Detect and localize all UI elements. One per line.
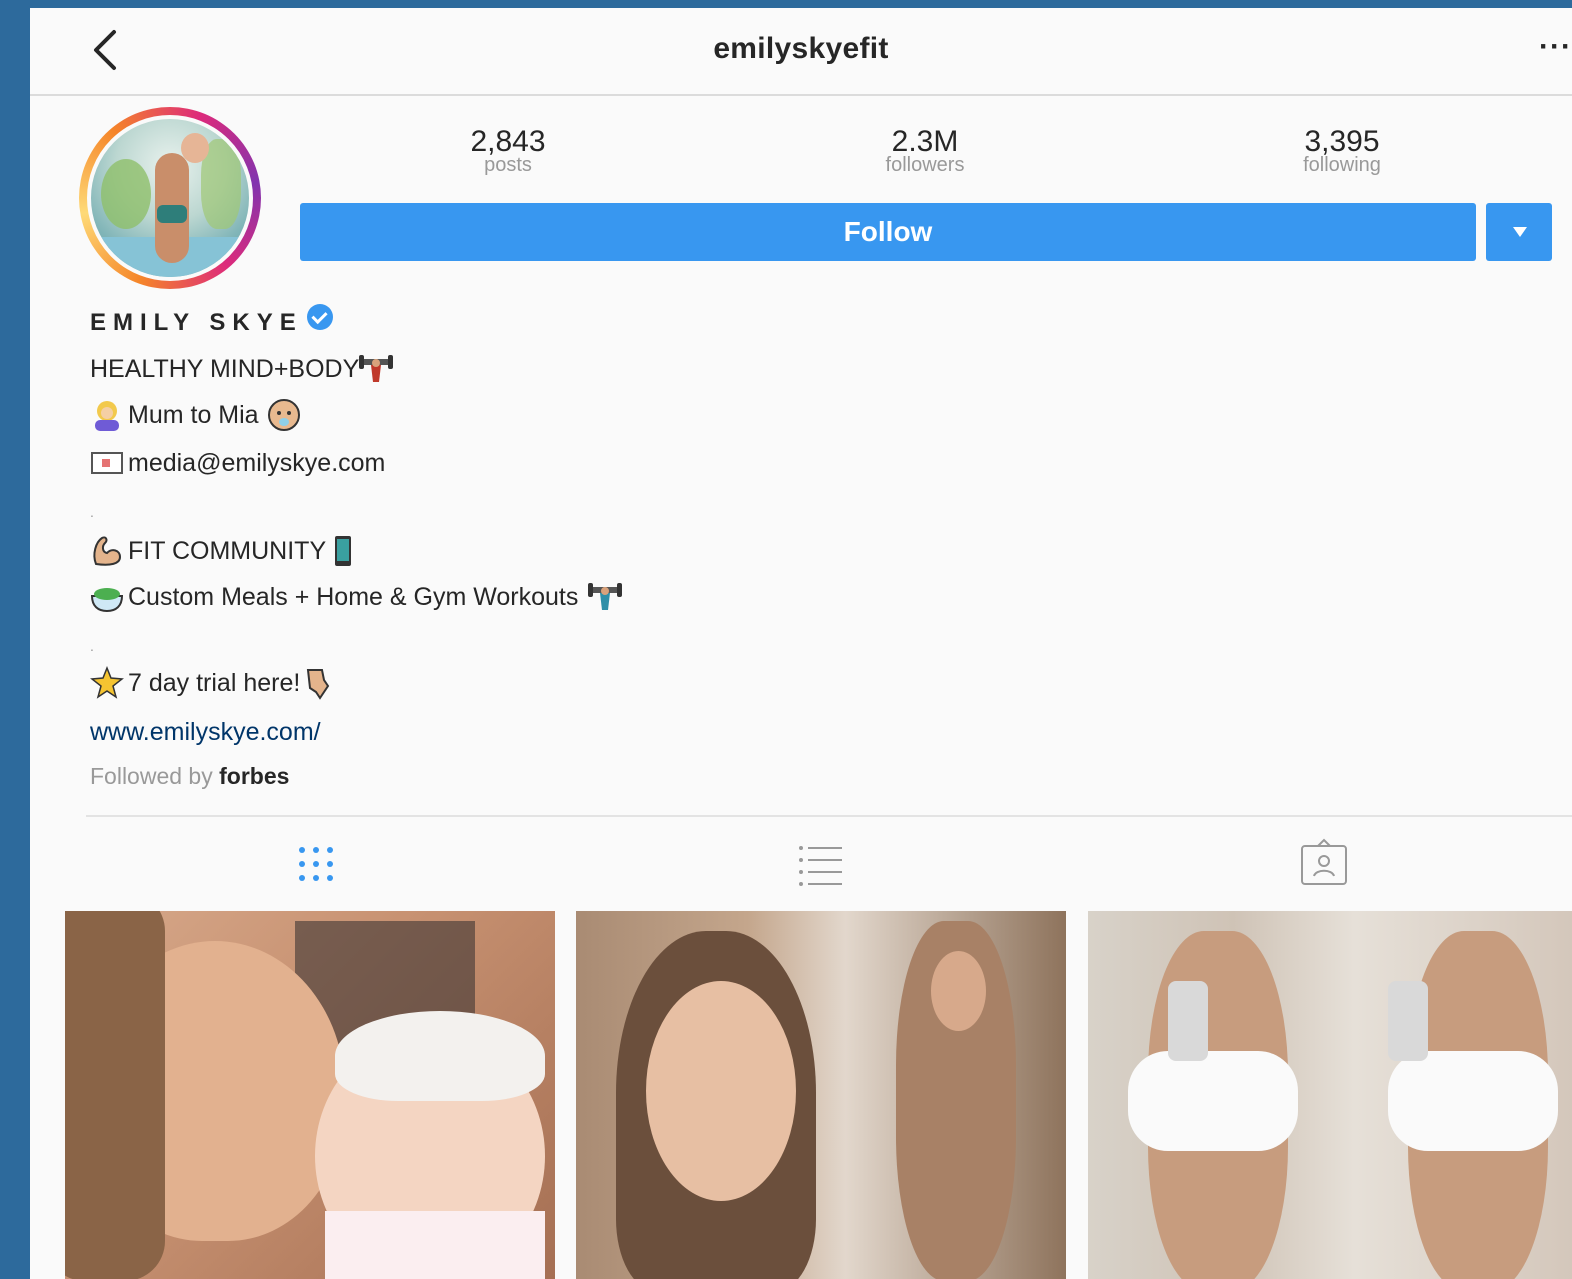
envelope-icon	[91, 452, 123, 474]
bio-line: FIT COMMUNITY	[90, 534, 364, 568]
tab-grid[interactable]	[288, 836, 344, 892]
avatar-image	[87, 115, 253, 281]
weightlifter-icon	[588, 583, 623, 610]
following-count[interactable]: 3,395 following	[1242, 126, 1442, 176]
bio-line: 7 day trial here!	[90, 666, 338, 700]
profile-screen: emilyskyefit ··· 2,843 posts 2.3M follow…	[30, 8, 1572, 1279]
bio-email[interactable]: media@emilyskye.com	[128, 449, 385, 478]
salad-icon	[90, 588, 124, 613]
flexed-biceps-icon	[93, 536, 122, 566]
profile-username: emilyskyefit	[713, 32, 889, 65]
pointing-down-icon	[307, 669, 330, 700]
bio-spacer-dot: .	[90, 638, 94, 654]
mobile-phone-icon	[335, 536, 352, 566]
baby-icon	[267, 399, 300, 431]
posts-count-label: posts	[484, 154, 532, 176]
followers-count[interactable]: 2.3M followers	[825, 126, 1025, 176]
posts-count[interactable]: 2,843 posts	[408, 126, 608, 176]
woman-icon	[95, 401, 119, 431]
tab-tagged[interactable]	[1296, 836, 1352, 892]
followers-count-label: followers	[885, 154, 965, 176]
tab-list[interactable]	[792, 836, 848, 892]
weightlifter-icon	[359, 355, 394, 382]
followed-by: Followed by forbes	[90, 763, 289, 790]
verified-badge-icon	[306, 304, 333, 330]
bio-spacer-dot: .	[90, 504, 94, 520]
star-icon	[90, 666, 124, 699]
bio-line: media@emilyskye.com	[90, 446, 385, 480]
more-options-button[interactable]: ···	[1539, 30, 1572, 64]
post-thumbnail[interactable]	[576, 911, 1066, 1279]
profile-name-row: EMILY SKYE	[90, 304, 333, 338]
follow-button[interactable]: Follow	[300, 203, 1476, 261]
bio-text: 7 day trial here!	[128, 668, 301, 697]
followed-by-user[interactable]: forbes	[219, 763, 289, 790]
grid-view-icon	[299, 847, 333, 881]
post-thumbnail[interactable]	[1088, 911, 1572, 1279]
bio-line: HEALTHY MIND+BODY	[90, 352, 397, 386]
profile-display-name: EMILY SKYE	[90, 309, 303, 336]
top-navigation-bar: emilyskyefit ···	[30, 8, 1572, 96]
profile-divider	[86, 815, 1572, 817]
bio-line: Custom Meals + Home & Gym Workouts	[90, 580, 626, 614]
following-count-label: following	[1303, 154, 1381, 176]
post-thumbnail[interactable]	[65, 911, 555, 1279]
list-view-icon	[799, 846, 842, 886]
avatar[interactable]	[79, 107, 261, 289]
tagged-person-icon	[1301, 838, 1347, 885]
bio-text: HEALTHY MIND+BODY	[90, 354, 360, 383]
suggested-accounts-dropdown-button[interactable]	[1486, 203, 1552, 261]
bio-text: Mum to Mia	[128, 400, 259, 429]
caret-down-icon	[1513, 227, 1527, 237]
bio-line: Mum to Mia	[90, 398, 305, 432]
followed-by-prefix: Followed by	[90, 763, 213, 789]
bio-text: FIT COMMUNITY	[128, 536, 327, 565]
website-link[interactable]: www.emilyskye.com/	[90, 718, 321, 747]
bio-text: Custom Meals + Home & Gym Workouts	[128, 582, 579, 611]
